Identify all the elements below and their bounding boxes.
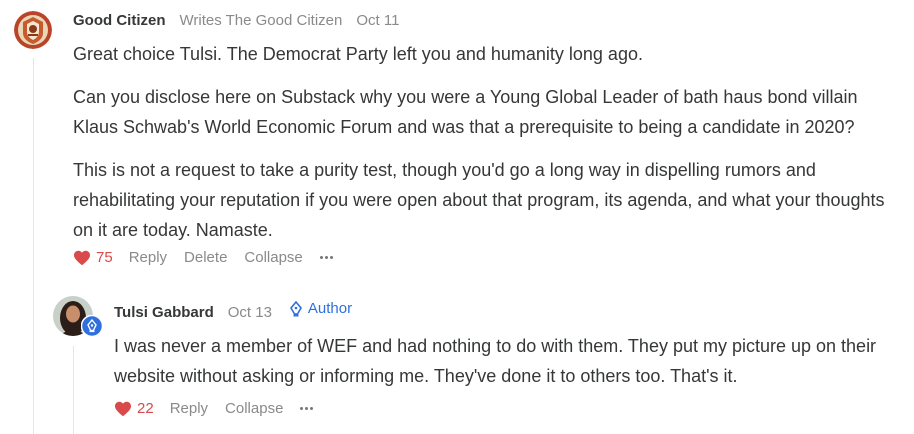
reply-collapse-button[interactable]: Collapse: [225, 400, 283, 417]
reply-reply-button[interactable]: Reply: [170, 400, 208, 417]
comment-body: Great choice Tulsi. The Democrat Party l…: [73, 39, 893, 245]
comment-author-name[interactable]: Good Citizen: [73, 12, 166, 29]
comment-like-count: 75: [96, 249, 113, 266]
more-dots-icon[interactable]: [319, 256, 333, 259]
heart-icon: [115, 401, 131, 416]
reply-author-name[interactable]: Tulsi Gabbard: [114, 304, 214, 321]
thread-line-reply[interactable]: [73, 346, 74, 434]
author-label: Author: [289, 300, 353, 317]
comment-paragraph: This is not a request to take a purity t…: [73, 160, 885, 240]
reply-actions: 22 Reply Collapse: [114, 400, 314, 417]
reply-body: I was never a member of WEF and had noth…: [114, 331, 912, 391]
crest-logo-icon: [14, 11, 52, 49]
reply-meta: Tulsi Gabbard Oct 13 Author: [114, 300, 352, 321]
thread-line-main[interactable]: [33, 58, 34, 434]
comment-date[interactable]: Oct 11: [356, 12, 399, 29]
more-dots-icon[interactable]: [300, 407, 314, 410]
comment-collapse-button[interactable]: Collapse: [244, 249, 302, 266]
reply-like-button[interactable]: 22: [114, 400, 154, 417]
reply-like-count: 22: [137, 400, 154, 417]
comment-actions: 75 Reply Delete Collapse: [73, 249, 333, 266]
comment-author-publication[interactable]: Writes The Good Citizen: [180, 12, 343, 29]
pen-nib-icon: [289, 300, 302, 316]
good-citizen-avatar[interactable]: [14, 11, 52, 49]
comment-paragraph: Great choice Tulsi. The Democrat Party l…: [73, 44, 643, 64]
reply-paragraph: I was never a member of WEF and had noth…: [114, 336, 877, 386]
author-badge-icon: [81, 315, 103, 337]
comment-meta: Good Citizen Writes The Good Citizen Oct…: [73, 12, 399, 29]
comment-delete-button[interactable]: Delete: [184, 249, 227, 266]
comment-like-button[interactable]: 75: [73, 249, 113, 266]
comment-reply-button[interactable]: Reply: [129, 249, 167, 266]
heart-icon: [74, 250, 90, 265]
reply-date[interactable]: Oct 13: [228, 304, 272, 321]
comment-paragraph: Can you disclose here on Substack why yo…: [73, 87, 858, 137]
author-badge-label: Author: [307, 300, 353, 317]
